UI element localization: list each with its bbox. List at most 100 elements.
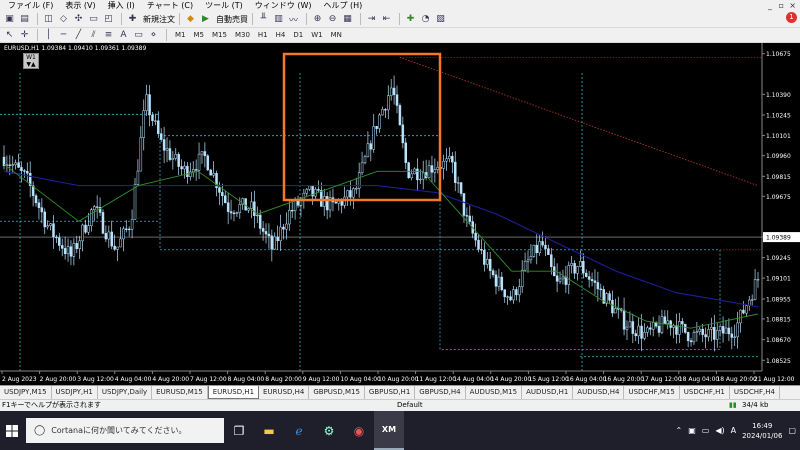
menu-insert[interactable]: 挿入 (I) — [102, 0, 141, 11]
file-explorer-icon[interactable]: ▬ — [254, 411, 284, 450]
candle-body — [154, 120, 157, 122]
chart-shift-icon[interactable]: ⇤ — [380, 13, 393, 26]
shapes-icon[interactable]: ⋄ — [147, 29, 160, 42]
tray-up-arrow-icon[interactable]: ⌃ — [675, 426, 682, 435]
menu-view[interactable]: 表示 (V) — [59, 0, 101, 11]
candle-body — [436, 167, 440, 170]
candle-body — [151, 114, 154, 122]
periods-icon[interactable]: ◔ — [419, 13, 432, 26]
candle-body — [250, 201, 253, 209]
notification-badge[interactable]: 1 — [786, 12, 797, 23]
xm-app-icon[interactable]: ⚙ — [314, 411, 344, 450]
timeframe-m15[interactable]: M15 — [208, 29, 231, 41]
bar-chart-icon[interactable]: ╨ — [257, 13, 270, 26]
timeframe-h1[interactable]: H1 — [254, 29, 272, 41]
tile-windows-icon[interactable]: ▦ — [341, 13, 354, 26]
candle-body — [599, 288, 603, 291]
timeframe-mn[interactable]: MN — [327, 29, 346, 41]
chart-canvas[interactable]: 1.10675 1.10390 1.10245 1.10101 1.09960 1.098… — [0, 43, 800, 385]
start-button[interactable] — [0, 411, 24, 450]
navigator-icon[interactable]: ✣ — [72, 13, 85, 26]
new-chart-icon[interactable]: ▣ — [3, 13, 16, 26]
chart-tab[interactable]: USDCHF,H1 — [680, 386, 730, 399]
cortana-search-box[interactable]: ◯ Cortanaに何か聞いてみてください。 — [26, 418, 224, 443]
indicators-icon[interactable]: ✚ — [404, 13, 417, 26]
tray-app-icon[interactable]: ▣ — [688, 426, 696, 435]
chart-tab[interactable]: GBPUSD,M15 — [309, 386, 365, 399]
candle-body — [107, 231, 111, 240]
meta-editor-icon[interactable]: ◆ — [184, 13, 197, 26]
chart-tab[interactable]: AUDUSD,M15 — [466, 386, 523, 399]
task-view-icon[interactable]: ❐ — [224, 411, 254, 450]
candle-body — [363, 156, 367, 164]
new-order-icon[interactable]: ✚ — [126, 13, 139, 26]
candle-body — [666, 320, 670, 324]
terminal-icon[interactable]: ▭ — [87, 13, 100, 26]
menu-chart[interactable]: チャート (C) — [141, 0, 199, 11]
notification-center-icon[interactable]: ▢ — [788, 426, 796, 435]
equidistant-channel-icon[interactable]: ⫽ — [87, 29, 100, 42]
menu-help[interactable]: ヘルプ (H) — [317, 0, 368, 11]
data-window-icon[interactable]: ◇ — [57, 13, 70, 26]
restore-button[interactable]: ▫ — [779, 0, 784, 11]
horizontal-line-icon[interactable]: ─ — [57, 29, 70, 42]
menu-file[interactable]: ファイル (F) — [2, 0, 59, 11]
mt4-taskbar-icon[interactable]: XM — [374, 411, 404, 450]
zoom-in-icon[interactable]: ⊕ — [311, 13, 324, 26]
minimize-button[interactable]: _ — [768, 0, 772, 11]
price-tick-label: 1.10245 — [766, 113, 791, 120]
label-icon[interactable]: ▭ — [132, 29, 145, 42]
network-icon[interactable]: ▭ — [702, 426, 710, 435]
chrome-icon[interactable]: ◉ — [344, 411, 374, 450]
chart-tab[interactable]: USDJPY,M15 — [0, 386, 52, 399]
candle-body — [352, 188, 355, 198]
price-chart[interactable]: 1.10675 1.10390 1.10245 1.10101 1.09960 1.098… — [0, 43, 800, 385]
auto-trading-icon[interactable]: ▶ — [199, 13, 212, 26]
fibonacci-icon[interactable]: ≡ — [102, 29, 115, 42]
chart-tab[interactable]: AUDUSD,H4 — [573, 386, 625, 399]
timeframe-m1[interactable]: M1 — [171, 29, 190, 41]
candle-body — [130, 219, 134, 230]
taskbar-clock[interactable]: 16:49 2024/01/06 — [742, 421, 782, 441]
w1-period-box[interactable]: W1 ▼▲ — [23, 53, 39, 69]
chart-tab[interactable]: USDCHF,H4 — [730, 386, 780, 399]
templates-icon[interactable]: ▧ — [434, 13, 447, 26]
candle-body — [203, 151, 207, 157]
chart-tab[interactable]: GBPUSD,H1 — [365, 386, 416, 399]
edge-icon[interactable]: ℯ — [284, 411, 314, 450]
chart-tab[interactable]: EURUSD,H1 — [207, 386, 260, 399]
menu-tools[interactable]: ツール (T) — [199, 0, 249, 11]
vertical-line-icon[interactable]: │ — [42, 29, 55, 42]
windows-taskbar: ◯ Cortanaに何か聞いてみてください。 ❐ ▬ ℯ ⚙ ◉ XM ⌃ ▣ … — [0, 411, 800, 450]
chart-tab[interactable]: USDJPY,H1 — [52, 386, 98, 399]
auto-trading-button[interactable]: 自動売買 — [216, 14, 248, 25]
timeframe-m30[interactable]: M30 — [231, 29, 254, 41]
chart-tab[interactable]: EURUSD,M15 — [152, 386, 208, 399]
timeframe-d1[interactable]: D1 — [289, 29, 307, 41]
candlestick-icon[interactable]: ▥ — [272, 13, 285, 26]
line-chart-icon[interactable]: 〰 — [287, 13, 300, 26]
chart-tab[interactable]: EURUSD,H4 — [259, 386, 310, 399]
ime-mode[interactable]: A — [731, 426, 736, 435]
chart-tab[interactable]: USDCHF,M15 — [624, 386, 680, 399]
candle-body — [541, 241, 544, 246]
market-watch-icon[interactable]: ◫ — [42, 13, 55, 26]
chart-tab[interactable]: AUDUSD,H1 — [522, 386, 574, 399]
menu-window[interactable]: ウィンドウ (W) — [249, 0, 318, 11]
close-button[interactable]: × — [789, 0, 796, 11]
trend-line-icon[interactable]: ╱ — [72, 29, 85, 42]
timeframe-m5[interactable]: M5 — [190, 29, 209, 41]
timeframe-w1[interactable]: W1 — [307, 29, 326, 41]
profiles-icon[interactable]: ▤ — [18, 13, 31, 26]
zoom-out-icon[interactable]: ⊖ — [326, 13, 339, 26]
new-order-button[interactable]: 新規注文 — [143, 14, 175, 25]
text-icon[interactable]: A — [117, 29, 130, 42]
tester-icon[interactable]: ◰ — [102, 13, 115, 26]
chart-tab[interactable]: GBPUSD,H4 — [415, 386, 466, 399]
chart-tab[interactable]: USDJPY,Daily — [98, 386, 153, 399]
cursor-icon[interactable]: ↖ — [3, 29, 16, 42]
timeframe-h4[interactable]: H4 — [272, 29, 290, 41]
volume-icon[interactable]: ◀) — [715, 426, 724, 435]
crosshair-icon[interactable]: ✛ — [18, 29, 31, 42]
auto-scroll-icon[interactable]: ⇥ — [365, 13, 378, 26]
